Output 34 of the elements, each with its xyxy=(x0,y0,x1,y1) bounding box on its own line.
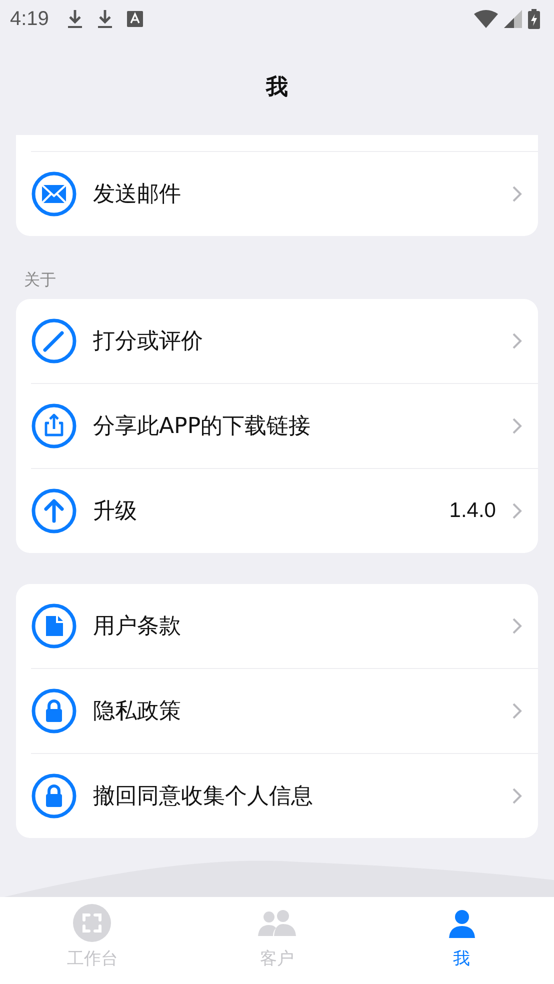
person-icon xyxy=(446,908,477,938)
download-icon xyxy=(66,9,83,29)
lock-icon xyxy=(31,688,77,734)
signal-icon xyxy=(504,10,522,28)
status-time: 4:19 xyxy=(10,8,49,30)
section-label: 关于 xyxy=(23,269,57,291)
pencil-icon xyxy=(31,318,77,364)
keyboard-icon xyxy=(126,11,143,27)
page-title: 我 xyxy=(266,74,288,102)
share-icon xyxy=(31,403,77,449)
chevron-icon xyxy=(512,617,522,635)
battery-icon xyxy=(528,9,540,29)
chevron-icon xyxy=(512,185,522,203)
people-icon xyxy=(258,910,296,936)
chevron-icon xyxy=(512,502,522,520)
chevron-icon xyxy=(512,332,522,350)
settings-row[interactable]: 升级 1.4.0 xyxy=(31,468,538,553)
settings-row[interactable]: 用户条款 xyxy=(31,584,538,668)
version-text: 1.4.0 xyxy=(449,499,496,523)
scan-icon xyxy=(73,904,112,942)
settings-row[interactable]: 隐私政策 xyxy=(31,668,538,753)
download-icon xyxy=(96,9,113,29)
mail-icon xyxy=(31,171,77,217)
lock-icon xyxy=(31,773,77,819)
settings-row[interactable]: 发送邮件 xyxy=(31,151,538,236)
settings-row[interactable]: 分享此APP的下载链接 xyxy=(31,383,538,468)
document-icon xyxy=(31,603,77,649)
wifi-icon xyxy=(474,10,498,28)
chevron-icon xyxy=(512,417,522,435)
tab[interactable]: 我 xyxy=(369,897,554,984)
chevron-icon xyxy=(512,702,522,720)
settings-row[interactable]: 打分或评价 xyxy=(31,299,538,383)
chevron-icon xyxy=(512,787,522,805)
settings-row[interactable]: 撤回同意收集个人信息 xyxy=(31,753,538,838)
